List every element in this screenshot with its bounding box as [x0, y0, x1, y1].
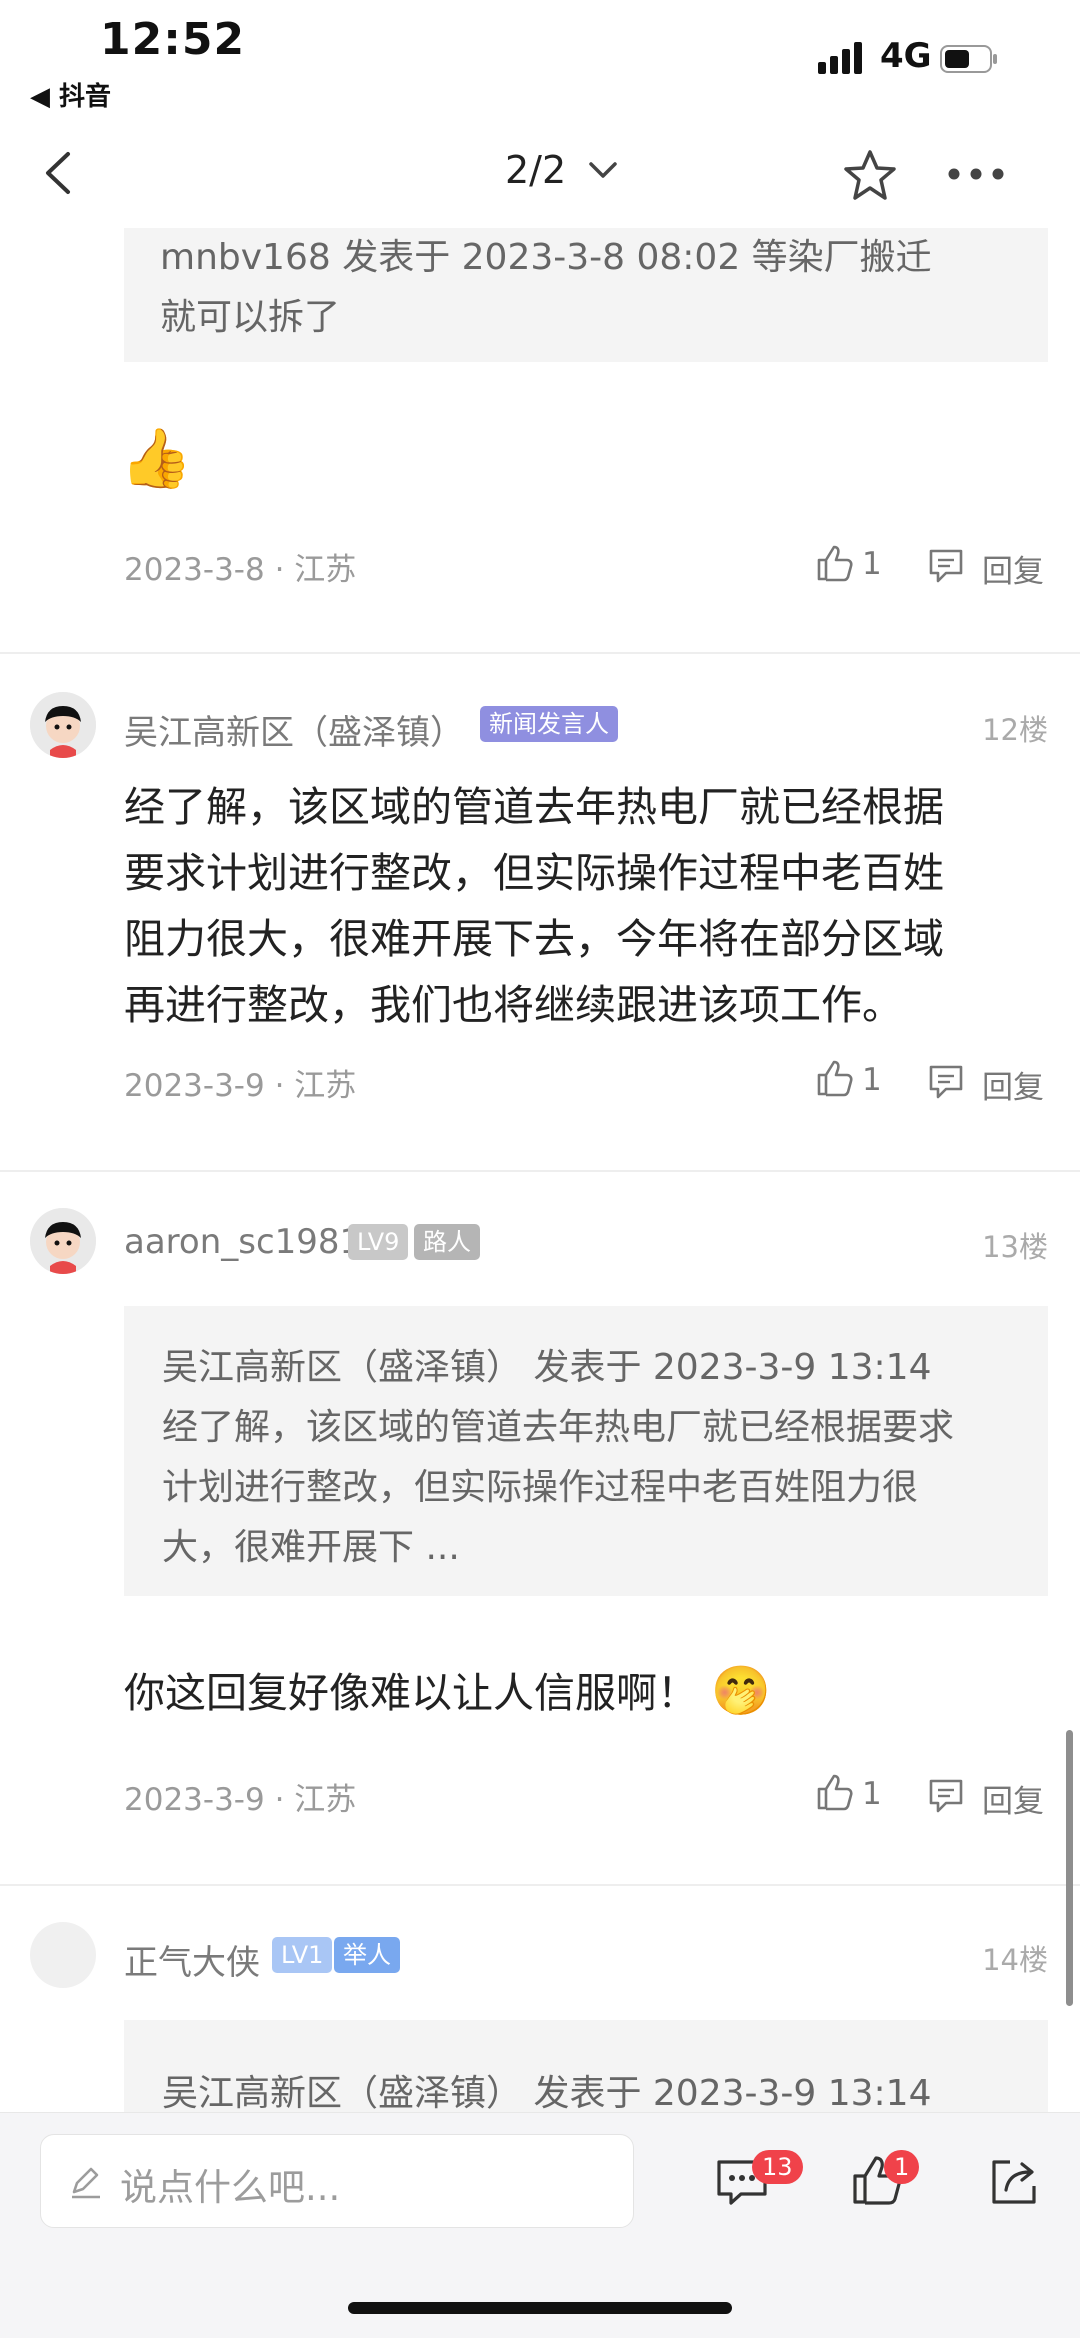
quote-line: 吴江高新区（盛泽镇） 发表于 2023-3-9 13:14 — [162, 1347, 932, 1388]
avatar-cartoon-icon — [30, 692, 96, 758]
avatar[interactable] — [30, 1208, 96, 1274]
role-badge: 路人 — [414, 1224, 480, 1260]
quote-box: 吴江高新区（盛泽镇） 发表于 2023-3-9 13:14 — [124, 2020, 1048, 2112]
divider — [0, 1884, 1080, 1886]
reply-button[interactable]: 回复 — [982, 546, 1044, 591]
comment-placeholder[interactable]: 说点什么吧... — [120, 2157, 340, 2211]
comment-count-badge: 13 — [752, 2150, 803, 2184]
thumbs-up-emoji: 👍 — [120, 424, 193, 492]
network-type: 4G — [880, 36, 932, 76]
username[interactable]: 正气大侠 — [124, 1935, 260, 1984]
home-indicator[interactable] — [348, 2302, 732, 2314]
reply-button[interactable]: 回复 — [982, 1062, 1044, 1107]
like-count: 1 — [862, 1776, 882, 1812]
avatar-cartoon-icon — [30, 1208, 96, 1274]
level-badge: LV9 — [348, 1224, 409, 1260]
post-text-line: 经了解，该区域的管道去年热电厂就已经根据 — [124, 783, 944, 831]
like-count: 1 — [862, 1062, 882, 1098]
level-badge: LV1 — [272, 1937, 333, 1973]
divider — [0, 1170, 1080, 1172]
post-text-line: 阻力很大，很难开展下去，今年将在部分区域 — [124, 915, 944, 963]
like-icon[interactable] — [815, 1058, 855, 1098]
quote-line: mnbv168 发表于 2023-3-8 08:02 等染厂搬迁 — [160, 237, 932, 278]
quote-line: 吴江高新区（盛泽镇） 发表于 2023-3-9 13:14 — [162, 2073, 932, 2112]
more-icon[interactable] — [946, 166, 1006, 182]
post-meta: 2023-3-9 · 江苏 — [124, 1782, 357, 1818]
quote-line: 大，很难开展下 ... — [162, 1527, 460, 1568]
share-icon[interactable] — [986, 2154, 1042, 2210]
quote-box: 吴江高新区（盛泽镇） 发表于 2023-3-9 13:14 经了解，该区域的管道… — [124, 1306, 1048, 1596]
post-text: 你这回复好像难以让人信服啊！ 🤭 — [124, 1658, 771, 1726]
avatar[interactable] — [30, 1922, 96, 1988]
quote-line: 计划进行整改，但实际操作过程中老百姓阻力很 — [162, 1467, 919, 1508]
quote-line: 经了解，该区域的管道去年热电厂就已经根据要求 — [162, 1407, 955, 1448]
username[interactable]: aaron_sc1981 — [124, 1222, 361, 1262]
post-meta: 2023-3-8 · 江苏 — [124, 552, 357, 588]
username[interactable]: 吴江高新区（盛泽镇） — [124, 705, 464, 754]
floor-number: 12楼 — [982, 713, 1048, 747]
like-count: 1 — [862, 546, 882, 582]
role-badge: 举人 — [334, 1937, 400, 1973]
floor-number: 14楼 — [982, 1943, 1048, 1977]
post-text-content: 你这回复好像难以让人信服啊！ — [124, 1669, 698, 1717]
covering-mouth-emoji: 🤭 — [711, 1663, 771, 1719]
chevron-down-icon[interactable] — [588, 160, 618, 180]
scrollbar[interactable] — [1066, 1730, 1073, 2006]
signal-icon — [818, 40, 868, 74]
battery-icon — [940, 45, 997, 73]
post-text: 经了解，该区域的管道去年热电厂就已经根据 要求计划进行整改，但实际操作过程中老百… — [124, 774, 1054, 1038]
back-to-app-link[interactable]: ◀ 抖音 — [30, 76, 111, 113]
reply-icon[interactable] — [926, 546, 966, 586]
like-icon[interactable] — [815, 543, 855, 583]
quote-line: 就可以拆了 — [160, 297, 341, 338]
post-text-line: 再进行整改，我们也将继续跟进该项工作。 — [124, 981, 903, 1029]
post-meta: 2023-3-9 · 江苏 — [124, 1068, 357, 1104]
avatar[interactable] — [30, 692, 96, 758]
reply-button[interactable]: 回复 — [982, 1776, 1044, 1821]
pencil-icon — [72, 2167, 100, 2199]
like-icon[interactable] — [815, 1772, 855, 1812]
post-text-line: 要求计划进行整改，但实际操作过程中老百姓 — [124, 849, 944, 897]
floor-number: 13楼 — [982, 1230, 1048, 1264]
reply-icon[interactable] — [926, 1776, 966, 1816]
reply-icon[interactable] — [926, 1062, 966, 1102]
divider — [0, 652, 1080, 654]
back-arrow-icon[interactable] — [38, 148, 78, 198]
role-badge: 新闻发言人 — [480, 706, 618, 742]
status-time: 12:52 — [100, 14, 246, 65]
like-count-badge: 1 — [884, 2150, 920, 2184]
quote-box: mnbv168 发表于 2023-3-8 08:02 等染厂搬迁 就可以拆了 — [124, 228, 1048, 362]
page-indicator[interactable]: 2/2 — [505, 148, 566, 192]
favorite-star-icon[interactable] — [842, 148, 898, 204]
